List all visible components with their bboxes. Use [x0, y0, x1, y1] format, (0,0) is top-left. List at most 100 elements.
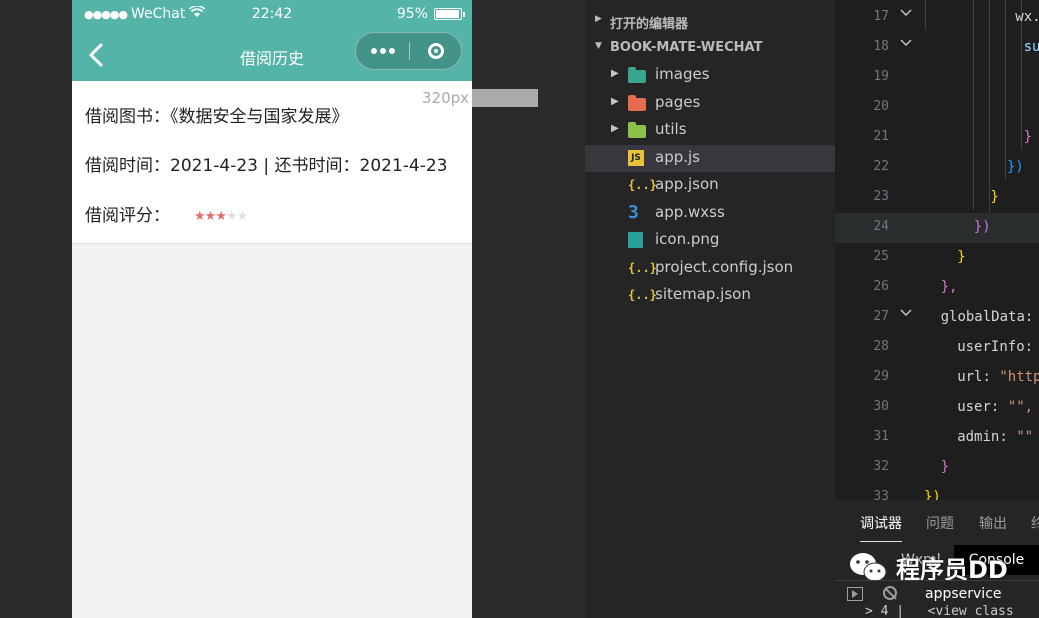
simulator: ●●●●● WeChat 22:42 95% 借阅历史 借阅图书：《数据安全与国… — [72, 0, 539, 618]
code-line[interactable]: 29 url: "http — [835, 363, 1039, 393]
line-number: 29 — [873, 369, 889, 384]
code-token: }, — [940, 279, 958, 295]
code-line[interactable]: 30 user: "", — [835, 393, 1039, 423]
code-line[interactable]: 23} — [835, 183, 1039, 213]
code-token: }) — [924, 489, 941, 500]
code-token: }) — [973, 219, 991, 235]
fold-chevron-icon[interactable] — [899, 36, 913, 54]
file-name: utils — [655, 120, 687, 138]
code-text: wx.g — [1015, 9, 1039, 25]
project-header[interactable]: ▼ BOOK-MATE-WECHAT — [585, 34, 835, 62]
code-line[interactable]: 28 userInfo: — [835, 333, 1039, 363]
code-text: userInfo: — [957, 339, 1039, 355]
debug-tab-1[interactable]: 问题 — [926, 513, 954, 533]
file-item-app-wxss[interactable]: 3 app.wxss — [585, 200, 835, 227]
code-token: su — [1023, 39, 1039, 55]
code-token: "" — [1016, 429, 1034, 445]
json-file-icon: {..} — [628, 260, 657, 275]
chevron-right-icon[interactable]: ▶ — [611, 96, 619, 107]
rating-label: 借阅评分： — [85, 206, 170, 226]
code-token: } — [957, 249, 966, 265]
code-line[interactable]: 25} — [835, 243, 1039, 273]
code-line[interactable]: 17 wx.g — [835, 3, 1039, 33]
rating-row: 借阅评分： ★★★★★ — [85, 201, 248, 226]
context-selector[interactable]: appservice — [925, 586, 1002, 602]
line-number: 20 — [873, 99, 889, 114]
more-button[interactable] — [356, 33, 409, 69]
line-number: 22 — [873, 159, 889, 174]
battery-fill — [436, 10, 459, 18]
file-item-app-js[interactable]: JS app.js — [585, 144, 835, 172]
close-miniprogram-button[interactable] — [410, 33, 462, 69]
target-icon — [428, 43, 444, 59]
code-line[interactable]: 20 — [835, 93, 1039, 123]
file-name: icon.png — [655, 230, 720, 248]
code-token: admin: — [957, 429, 1017, 445]
code-line[interactable]: 24}) — [835, 213, 1039, 243]
code-token: } — [940, 459, 950, 475]
borrow-record-card[interactable]: 借阅图书：《数据安全与国家发展》 借阅时间：2021-4-23 | 还书时间：2… — [72, 81, 472, 244]
clear-console-icon[interactable] — [883, 586, 897, 600]
rating-stars: ★★★★★ — [194, 208, 248, 224]
viewport-size-hint: 320px × 504px — [422, 89, 539, 107]
code-text: } — [941, 459, 949, 475]
borrow-time-line: 借阅时间：2021-4-23 | 还书时间：2021-4-23 — [85, 156, 448, 176]
star-icon: ★ — [194, 208, 206, 224]
chevron-down-icon: ▼ — [595, 41, 602, 51]
line-number: 18 — [873, 39, 889, 54]
star-icon: ★ — [204, 208, 217, 224]
chevron-right-icon[interactable]: ▶ — [611, 123, 619, 134]
file-item-app-json[interactable]: {..} app.json — [585, 172, 835, 199]
status-bar: ●●●●● WeChat 22:42 95% — [72, 0, 472, 30]
file-item-pages[interactable]: ▶ pages — [585, 90, 835, 117]
nav-bar: 借阅历史 — [72, 30, 472, 81]
file-item-utils[interactable]: ▶ utils — [585, 117, 835, 144]
code-text: } — [957, 249, 965, 265]
fold-chevron-icon[interactable] — [899, 306, 913, 324]
file-name: pages — [655, 92, 701, 111]
code-line[interactable]: 22}) — [835, 153, 1039, 183]
file-name: sitemap.json — [655, 285, 751, 303]
code-token: wx.g — [1015, 9, 1039, 25]
star-icon: ★ — [225, 208, 238, 224]
code-line[interactable]: 19 — [835, 63, 1039, 93]
code-text: }, — [941, 279, 958, 295]
battery-icon — [434, 8, 465, 20]
code-text: globalData: — [941, 309, 1039, 325]
menu-capsule — [355, 32, 462, 70]
panel-toggle-icon[interactable] — [847, 587, 863, 601]
file-item-project-config-json[interactable]: {..} project.config.json — [585, 255, 835, 282]
file-item-images[interactable]: ▶ images — [585, 62, 835, 89]
code-line[interactable]: 27 globalData: — [835, 303, 1039, 333]
code-text: } — [1024, 129, 1032, 145]
star-icon: ★ — [215, 208, 227, 224]
chevron-right-icon[interactable]: ▶ — [611, 68, 619, 79]
code-editor[interactable]: 17wx.g18su192021}22})23}24})25}26},27glo… — [835, 0, 1039, 500]
debug-tab-3[interactable]: 终 — [1031, 513, 1039, 533]
code-line[interactable]: 33}) — [835, 483, 1039, 500]
code-line[interactable]: 21} — [835, 123, 1039, 153]
file-item-icon-png[interactable]: icon.png — [585, 227, 835, 254]
line-number: 24 — [873, 219, 889, 234]
debug-tab-2[interactable]: 输出 — [979, 513, 1007, 533]
debug-tab-0[interactable]: 调试器 — [860, 513, 902, 542]
debug-panel: 调试器 问题 输出终 Wxml Console 程序员DD appservice >… — [835, 500, 1039, 618]
file-item-sitemap-json[interactable]: {..} sitemap.json — [585, 282, 835, 309]
code-token: url: — [957, 369, 1000, 385]
fold-chevron-icon[interactable] — [899, 6, 913, 24]
code-text: }) — [974, 219, 991, 235]
open-editors-header[interactable]: ▶ 打开的编辑器 — [585, 7, 835, 35]
battery-percent: 95% — [396, 6, 428, 22]
code-token: } — [1023, 129, 1033, 145]
code-line[interactable]: 26}, — [835, 273, 1039, 303]
code-line[interactable]: 32} — [835, 453, 1039, 483]
line-number: 23 — [873, 189, 889, 204]
code-line[interactable]: 31 admin: "" — [835, 423, 1039, 453]
file-name: project.config.json — [655, 257, 794, 276]
code-text: admin: "" — [957, 429, 1033, 445]
code-line[interactable]: 18 su — [835, 33, 1039, 63]
line-number: 28 — [873, 339, 889, 354]
wxml-source-line: > 4 | <view class — [865, 604, 1014, 618]
file-name: images — [655, 65, 710, 83]
line-number: 27 — [873, 309, 889, 324]
